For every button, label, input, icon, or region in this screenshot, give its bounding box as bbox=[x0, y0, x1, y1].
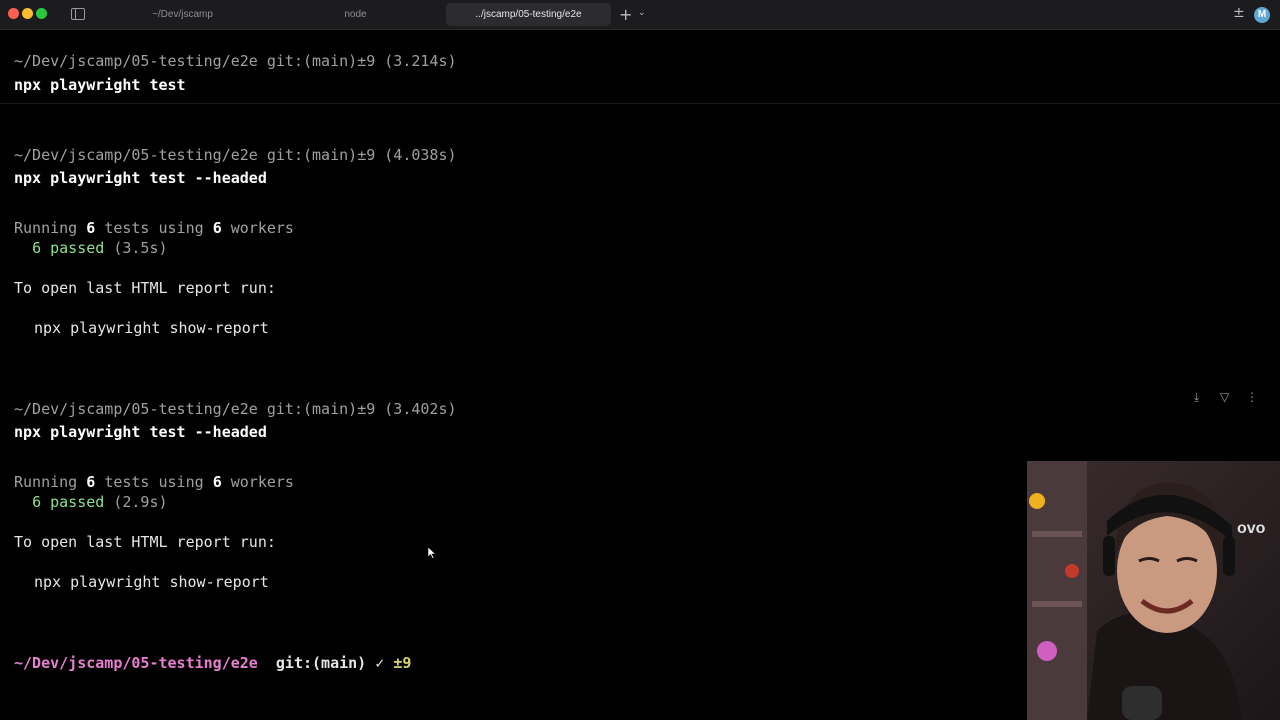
tab-node[interactable]: node bbox=[273, 3, 438, 26]
block-3-report-hint: To open last HTML report run: bbox=[14, 533, 276, 551]
minimize-window-button[interactable] bbox=[22, 8, 33, 19]
mouse-cursor-icon bbox=[428, 547, 436, 559]
webcam-overlay: ovo bbox=[1027, 461, 1280, 720]
block-2-running: Running 6 tests using 6 workers bbox=[14, 219, 294, 237]
split-pane-icon[interactable]: ± bbox=[1233, 5, 1245, 21]
filter-icon[interactable]: ▽ bbox=[1220, 390, 1229, 404]
block-divider bbox=[0, 103, 1280, 104]
block-3-passed: 6 passed (2.9s) bbox=[32, 493, 168, 511]
avatar[interactable]: M bbox=[1254, 7, 1270, 23]
plus-icon[interactable]: + bbox=[619, 5, 632, 24]
block-3-command: npx playwright test --headed bbox=[14, 423, 267, 441]
chevron-down-icon[interactable]: ⌄ bbox=[638, 8, 646, 18]
block-2-header: ~/Dev/jscamp/05-testing/e2e git:(main)±9… bbox=[14, 146, 457, 164]
tab-e2e[interactable]: ../jscamp/05-testing/e2e bbox=[446, 3, 611, 26]
window-titlebar: ~/Dev/jscamp node ../jscamp/05-testing/e… bbox=[0, 0, 1280, 30]
block-3-report-cmd: npx playwright show-report bbox=[34, 573, 269, 591]
sidebar-toggle-icon[interactable] bbox=[71, 8, 85, 20]
block-3-running: Running 6 tests using 6 workers bbox=[14, 473, 294, 491]
more-icon[interactable]: ⋮ bbox=[1246, 390, 1258, 404]
svg-text:ovo: ovo bbox=[1237, 520, 1266, 537]
close-window-button[interactable] bbox=[8, 8, 19, 19]
block-2-passed: 6 passed (3.5s) bbox=[32, 239, 168, 257]
shell-prompt[interactable]: ~/Dev/jscamp/05-testing/e2e git:(main) ✓… bbox=[14, 653, 411, 673]
block-1-header: ~/Dev/jscamp/05-testing/e2e git:(main)±9… bbox=[14, 52, 457, 70]
webcam-feed-image: ovo bbox=[1027, 461, 1280, 720]
tab-jscamp[interactable]: ~/Dev/jscamp bbox=[100, 3, 265, 26]
block-2-report-cmd: npx playwright show-report bbox=[34, 319, 269, 337]
download-icon[interactable]: ⤓ bbox=[1194, 390, 1199, 405]
block-2-command: npx playwright test --headed bbox=[14, 169, 267, 187]
zoom-window-button[interactable] bbox=[36, 8, 47, 19]
block-2-report-hint: To open last HTML report run: bbox=[14, 279, 276, 297]
block-3-header: ~/Dev/jscamp/05-testing/e2e git:(main)±9… bbox=[14, 400, 457, 418]
block-1-command: npx playwright test bbox=[14, 76, 186, 94]
